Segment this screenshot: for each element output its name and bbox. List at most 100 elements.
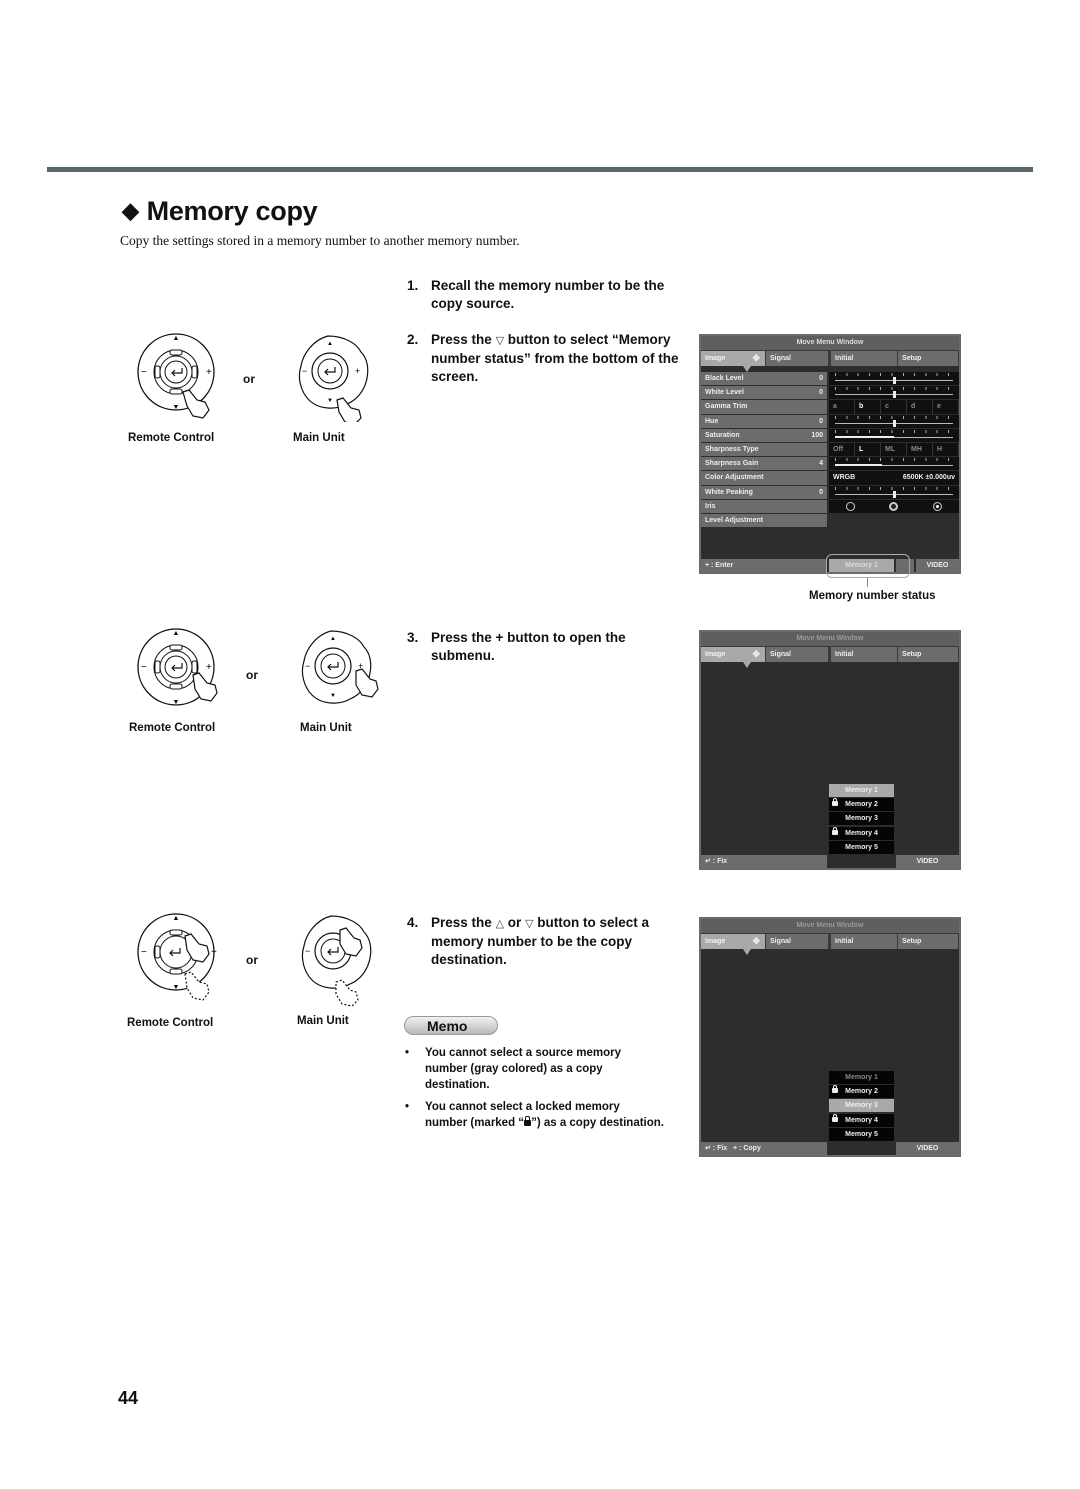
osd-tabs: Image ✥ Signal Initial Setup [701, 350, 959, 372]
step-number: 4. [407, 915, 419, 930]
setting-slider[interactable] [829, 414, 959, 429]
tab-setup[interactable]: Setup [898, 647, 958, 662]
color-adjustment-value[interactable]: WRGB 6500K ±0.000uv [829, 471, 959, 486]
memory-item[interactable]: Memory 1 [829, 1071, 894, 1084]
memory-item[interactable]: Memory 2 [829, 798, 894, 812]
option[interactable]: d [907, 400, 933, 414]
memo-label: Memo [427, 1018, 468, 1034]
memory-item[interactable]: Memory 3 [829, 812, 894, 826]
lock-icon [832, 826, 838, 835]
osd-setting-row[interactable]: Saturation 100 [701, 428, 959, 443]
memory-status-callout [826, 554, 910, 578]
option[interactable]: a [829, 400, 855, 414]
tab-initial[interactable]: Initial [831, 934, 897, 949]
main-unit-label: Main Unit [300, 722, 352, 734]
osd-setting-row[interactable]: Sharpness Gain 4 [701, 457, 959, 472]
remote-control-dpad-illustration: ▲ ▼ − + [137, 913, 217, 1001]
setting-name: Gamma Trim [701, 400, 827, 415]
osd-setting-row[interactable]: Black Level 0 [701, 372, 959, 387]
svg-text:+: + [206, 367, 212, 378]
tab-signal[interactable]: Signal [766, 351, 828, 366]
setting-slider[interactable] [829, 457, 959, 472]
tab-signal[interactable]: Signal [766, 647, 828, 662]
tab-signal[interactable]: Signal [766, 934, 828, 949]
iris-options[interactable] [829, 499, 959, 514]
tab-initial[interactable]: Initial [831, 647, 897, 662]
tab-image[interactable]: Image ✥ [701, 647, 765, 668]
osd-header: Move Menu Window [701, 336, 959, 350]
osd-menu-window-submenu: Move Menu Window Image ✥ Signal Initial S… [699, 630, 961, 870]
setting-name: Hue 0 [701, 414, 827, 429]
up-triangle-icon: △ [495, 918, 505, 930]
lock-icon [832, 798, 838, 807]
iris-aperture-icon[interactable] [846, 501, 856, 511]
tab-initial[interactable]: Initial [831, 351, 897, 366]
memory-item[interactable]: Memory 4 [829, 826, 894, 840]
svg-text:−: − [141, 947, 147, 958]
remote-control-label: Remote Control [129, 722, 216, 734]
setting-value: 0 [819, 488, 823, 496]
tab-image[interactable]: Image ✥ [701, 934, 765, 955]
setting-name: Sharpness Gain 4 [701, 457, 827, 472]
diamond-icon: ◆ [122, 198, 139, 223]
memory-item[interactable]: Memory 3 [829, 1099, 894, 1113]
option[interactable]: L [855, 442, 881, 457]
memory-item[interactable]: Memory 5 [829, 1127, 894, 1141]
memory-item[interactable]: Memory 4 [829, 1113, 894, 1127]
setting-options[interactable]: abcde [829, 400, 959, 415]
setting-slider[interactable] [829, 428, 959, 443]
option[interactable]: Off [829, 442, 855, 457]
memo-bullet: • You cannot select a source memory numbe… [405, 1045, 665, 1093]
memory-item[interactable]: Memory 1 [829, 784, 894, 797]
signal-source-label: VIDEO [896, 855, 959, 868]
option[interactable]: MH [907, 442, 933, 457]
signal-source-label: VIDEO [916, 559, 959, 572]
osd-setting-row[interactable]: White Peaking 0 [701, 485, 959, 500]
svg-text:▲: ▲ [173, 630, 180, 637]
footer-hint: ↵ : Fix [701, 855, 827, 868]
tab-setup[interactable]: Setup [898, 934, 958, 949]
setting-slider[interactable] [829, 386, 959, 401]
iris-aperture-icon[interactable] [932, 501, 942, 511]
setting-options[interactable]: Off L ML MH H [829, 442, 959, 458]
setting-name: Black Level 0 [701, 372, 827, 387]
option[interactable]: b [855, 400, 881, 414]
down-triangle-icon: ▽ [525, 918, 534, 930]
step-text: Press the △ or ▽ button to select a memo… [431, 915, 650, 967]
osd-setting-row[interactable]: Sharpness Type Off L ML MH H [701, 442, 959, 458]
memory-item[interactable]: Memory 2 [829, 1085, 894, 1099]
tab-setup[interactable]: Setup [898, 351, 958, 366]
option[interactable]: c [881, 400, 907, 414]
setting-value: 0 [819, 417, 823, 425]
step-1: 1. Recall the memory number to be the co… [407, 277, 687, 313]
setting-slider[interactable] [829, 372, 959, 387]
iris-aperture-icon[interactable] [889, 501, 899, 511]
top-rule [47, 167, 1033, 172]
osd-setting-row[interactable]: Level Adjustment [701, 513, 959, 529]
setting-slider[interactable] [829, 485, 959, 500]
remote-control-dpad-illustration: ▲ ▼ − + [137, 333, 215, 419]
step-text: Press the + button to open the submenu. [431, 630, 626, 663]
step-number: 3. [407, 630, 419, 645]
setting-name: White Peaking 0 [701, 485, 827, 500]
memory-item[interactable]: Memory 5 [829, 840, 894, 854]
option[interactable]: H [933, 442, 959, 457]
page-number: 44 [118, 1388, 139, 1408]
setting-value: 0 [819, 375, 823, 382]
osd-setting-row[interactable]: Color Adjustment WRGB 6500K ±0.000uv [701, 471, 959, 486]
svg-text:▲: ▲ [173, 915, 180, 922]
svg-text:▼: ▼ [173, 699, 180, 706]
option[interactable]: ML [881, 442, 907, 457]
osd-setting-row[interactable]: Iris [701, 499, 959, 514]
svg-text:−: − [141, 662, 147, 673]
osd-setting-row[interactable]: White Level 0 [701, 386, 959, 401]
osd-setting-row[interactable]: Hue 0 [701, 414, 959, 429]
or-label: or [246, 953, 258, 967]
osd-header: Move Menu Window [701, 919, 959, 933]
option[interactable]: e [933, 400, 959, 414]
svg-text:+: + [206, 662, 212, 673]
tab-image[interactable]: Image ✥ [701, 351, 765, 372]
osd-setting-row[interactable]: Gamma Trim a b c d e [701, 400, 959, 415]
main-unit-dpad-illustration: − [301, 915, 372, 1007]
move-icon: ✥ [752, 649, 760, 659]
